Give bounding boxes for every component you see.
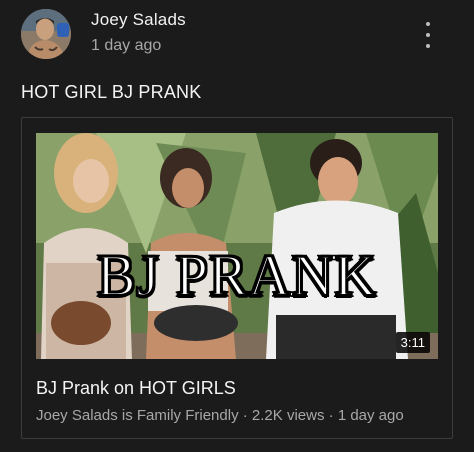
meta-separator: · [328, 407, 338, 424]
view-count: 2.2K views [251, 407, 325, 424]
more-vert-icon[interactable] [418, 22, 438, 48]
video-card[interactable]: BJ PRANK 3:11 BJ Prank on HOT GIRLS Joey… [21, 117, 453, 439]
channel-name[interactable]: Joey Salads is Family Friendly [36, 407, 239, 424]
community-post: Joey Salads 1 day ago HOT GIRL BJ PRANK [0, 0, 474, 452]
meta-separator: · [242, 407, 252, 424]
video-meta: Joey Salads is Family Friendly · 2.2K vi… [36, 407, 404, 424]
post-text: HOT GIRL BJ PRANK [21, 82, 202, 102]
duration-badge: 3:11 [395, 332, 430, 353]
menu-dot [426, 44, 430, 48]
video-title[interactable]: BJ Prank on HOT GIRLS [36, 378, 236, 399]
menu-dot [426, 33, 430, 37]
video-age: 1 day ago [337, 407, 404, 424]
thumbnail-text: BJ PRANK [96, 243, 378, 308]
avatar[interactable] [21, 9, 71, 59]
menu-dot [426, 22, 430, 26]
video-thumbnail[interactable]: BJ PRANK 3:11 [36, 133, 438, 359]
post-timestamp: 1 day ago [91, 37, 162, 54]
author-name[interactable]: Joey Salads [91, 10, 186, 30]
